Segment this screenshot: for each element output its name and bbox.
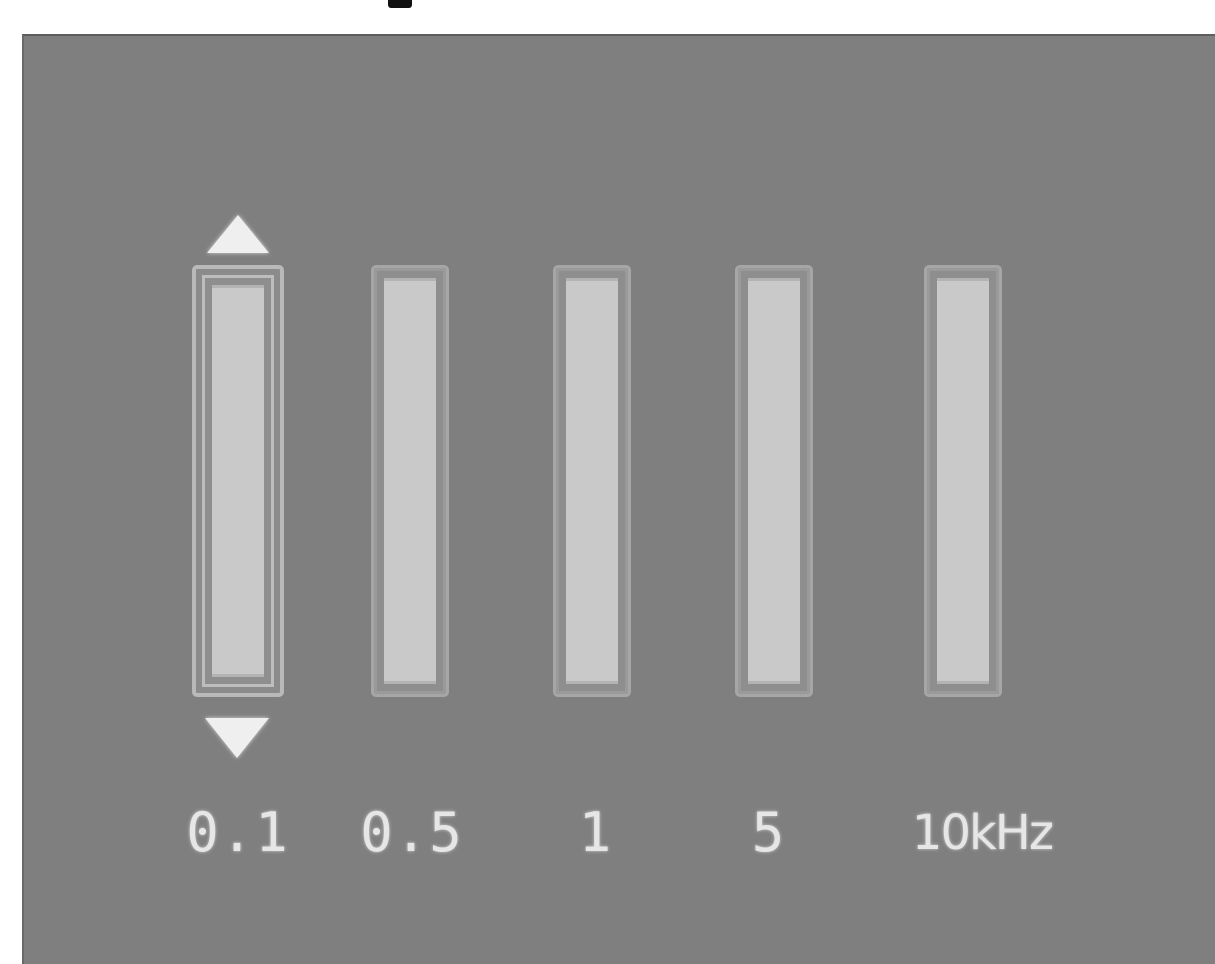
triangle-up-icon[interactable]	[207, 215, 269, 253]
slider-track	[384, 278, 436, 684]
band-label-10khz: 10kHz	[911, 805, 1054, 861]
band-slider-0-5[interactable]	[371, 265, 449, 697]
band-slider-0-1[interactable]	[192, 265, 284, 697]
slider-track	[937, 278, 989, 684]
band-slider-10khz[interactable]	[924, 265, 1002, 697]
slider-track	[566, 278, 618, 684]
header-text-fragment	[388, 0, 412, 8]
band-slider-5[interactable]	[735, 265, 813, 697]
band-label-0-5: 0.5	[360, 801, 464, 864]
band-slider-1[interactable]	[553, 265, 631, 697]
slider-track	[212, 285, 264, 677]
slider-track	[748, 278, 800, 684]
band-label-5: 5	[751, 801, 787, 864]
triangle-down-icon[interactable]	[205, 718, 269, 758]
top-strip	[0, 0, 1215, 34]
band-label-0-1: 0.1	[186, 801, 290, 864]
band-label-1: 1	[578, 801, 614, 864]
